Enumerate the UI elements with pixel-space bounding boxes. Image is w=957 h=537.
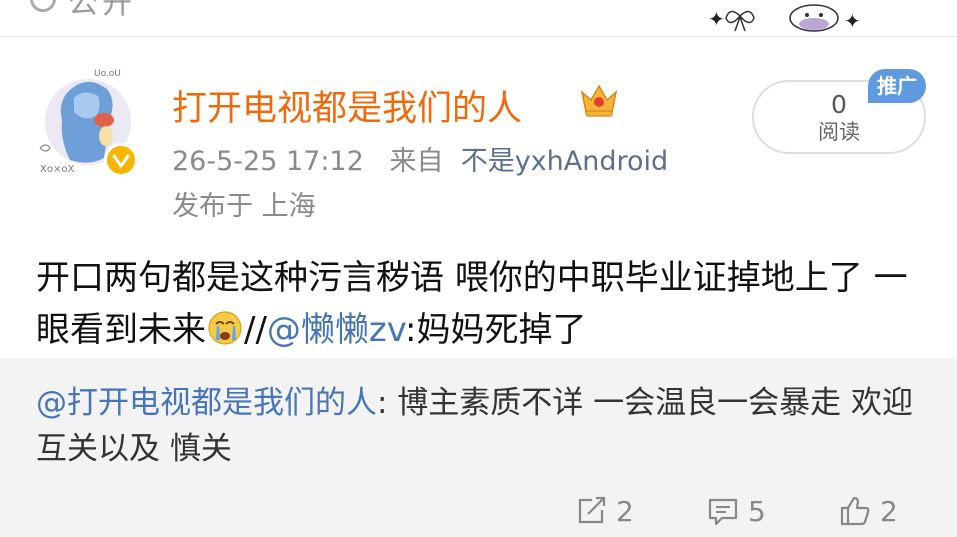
sticker-decoration-icon: ✦ ✦	[708, 4, 861, 32]
comment-button[interactable]: 5	[706, 494, 766, 528]
action-bar: 2 5 2	[0, 494, 957, 534]
forward-icon	[578, 496, 606, 524]
forward-button[interactable]: 2	[574, 494, 634, 528]
crown-icon	[580, 84, 618, 117]
post-text-tail: :妈妈死掉了	[405, 310, 587, 350]
top-strip: 公开 ✦ ✦	[0, 0, 957, 36]
comment-count: 5	[748, 494, 766, 528]
post-timestamp: 26-5-25 17:12	[172, 146, 364, 177]
thumbs-up-icon	[840, 496, 870, 526]
svg-text:Xo×oX: Xo×oX	[40, 164, 74, 174]
read-label: 阅读	[818, 120, 860, 144]
author-name[interactable]: 打开电视都是我们的人	[172, 80, 522, 131]
post-location: 发布于 上海	[172, 191, 316, 222]
svg-text:✦: ✦	[844, 9, 861, 32]
source-prefix: 来自	[389, 146, 444, 177]
promo-badge[interactable]: 推广	[868, 69, 926, 103]
top-divider	[0, 36, 957, 37]
post-source[interactable]: 不是yxhAndroid	[461, 146, 668, 177]
mention-link[interactable]: @懒懒zv	[267, 310, 405, 350]
original-post[interactable]: @打开电视都是我们的人: 博主素质不详 一会温良一会暴走 欢迎互关以及 慎关 2…	[0, 358, 957, 537]
verified-badge-icon	[104, 143, 138, 177]
forward-count: 2	[616, 494, 634, 528]
visibility-label: 公开	[68, 0, 136, 21]
like-count: 2	[880, 494, 898, 528]
like-button[interactable]: 2	[838, 494, 898, 528]
svg-text:✦: ✦	[708, 7, 725, 31]
original-post-text: @打开电视都是我们的人: 博主素质不详 一会温良一会暴走 欢迎互关以及 慎关	[36, 380, 926, 472]
original-author-mention[interactable]: @打开电视都是我们的人	[36, 385, 377, 421]
post-body: 开口两句都是这种污言秽语 喂你的中职毕业证掉地上了 一眼看到未来 //@懒懒zv…	[36, 252, 936, 356]
crying-emoji-icon	[208, 311, 242, 345]
comment-icon	[708, 498, 738, 526]
visibility-icon	[30, 0, 56, 12]
repost-separator: //	[244, 310, 267, 350]
svg-text:Uo.oU: Uo.oU	[94, 69, 121, 79]
post-meta: 26-5-25 17:12 来自 不是yxhAndroid	[172, 139, 668, 178]
